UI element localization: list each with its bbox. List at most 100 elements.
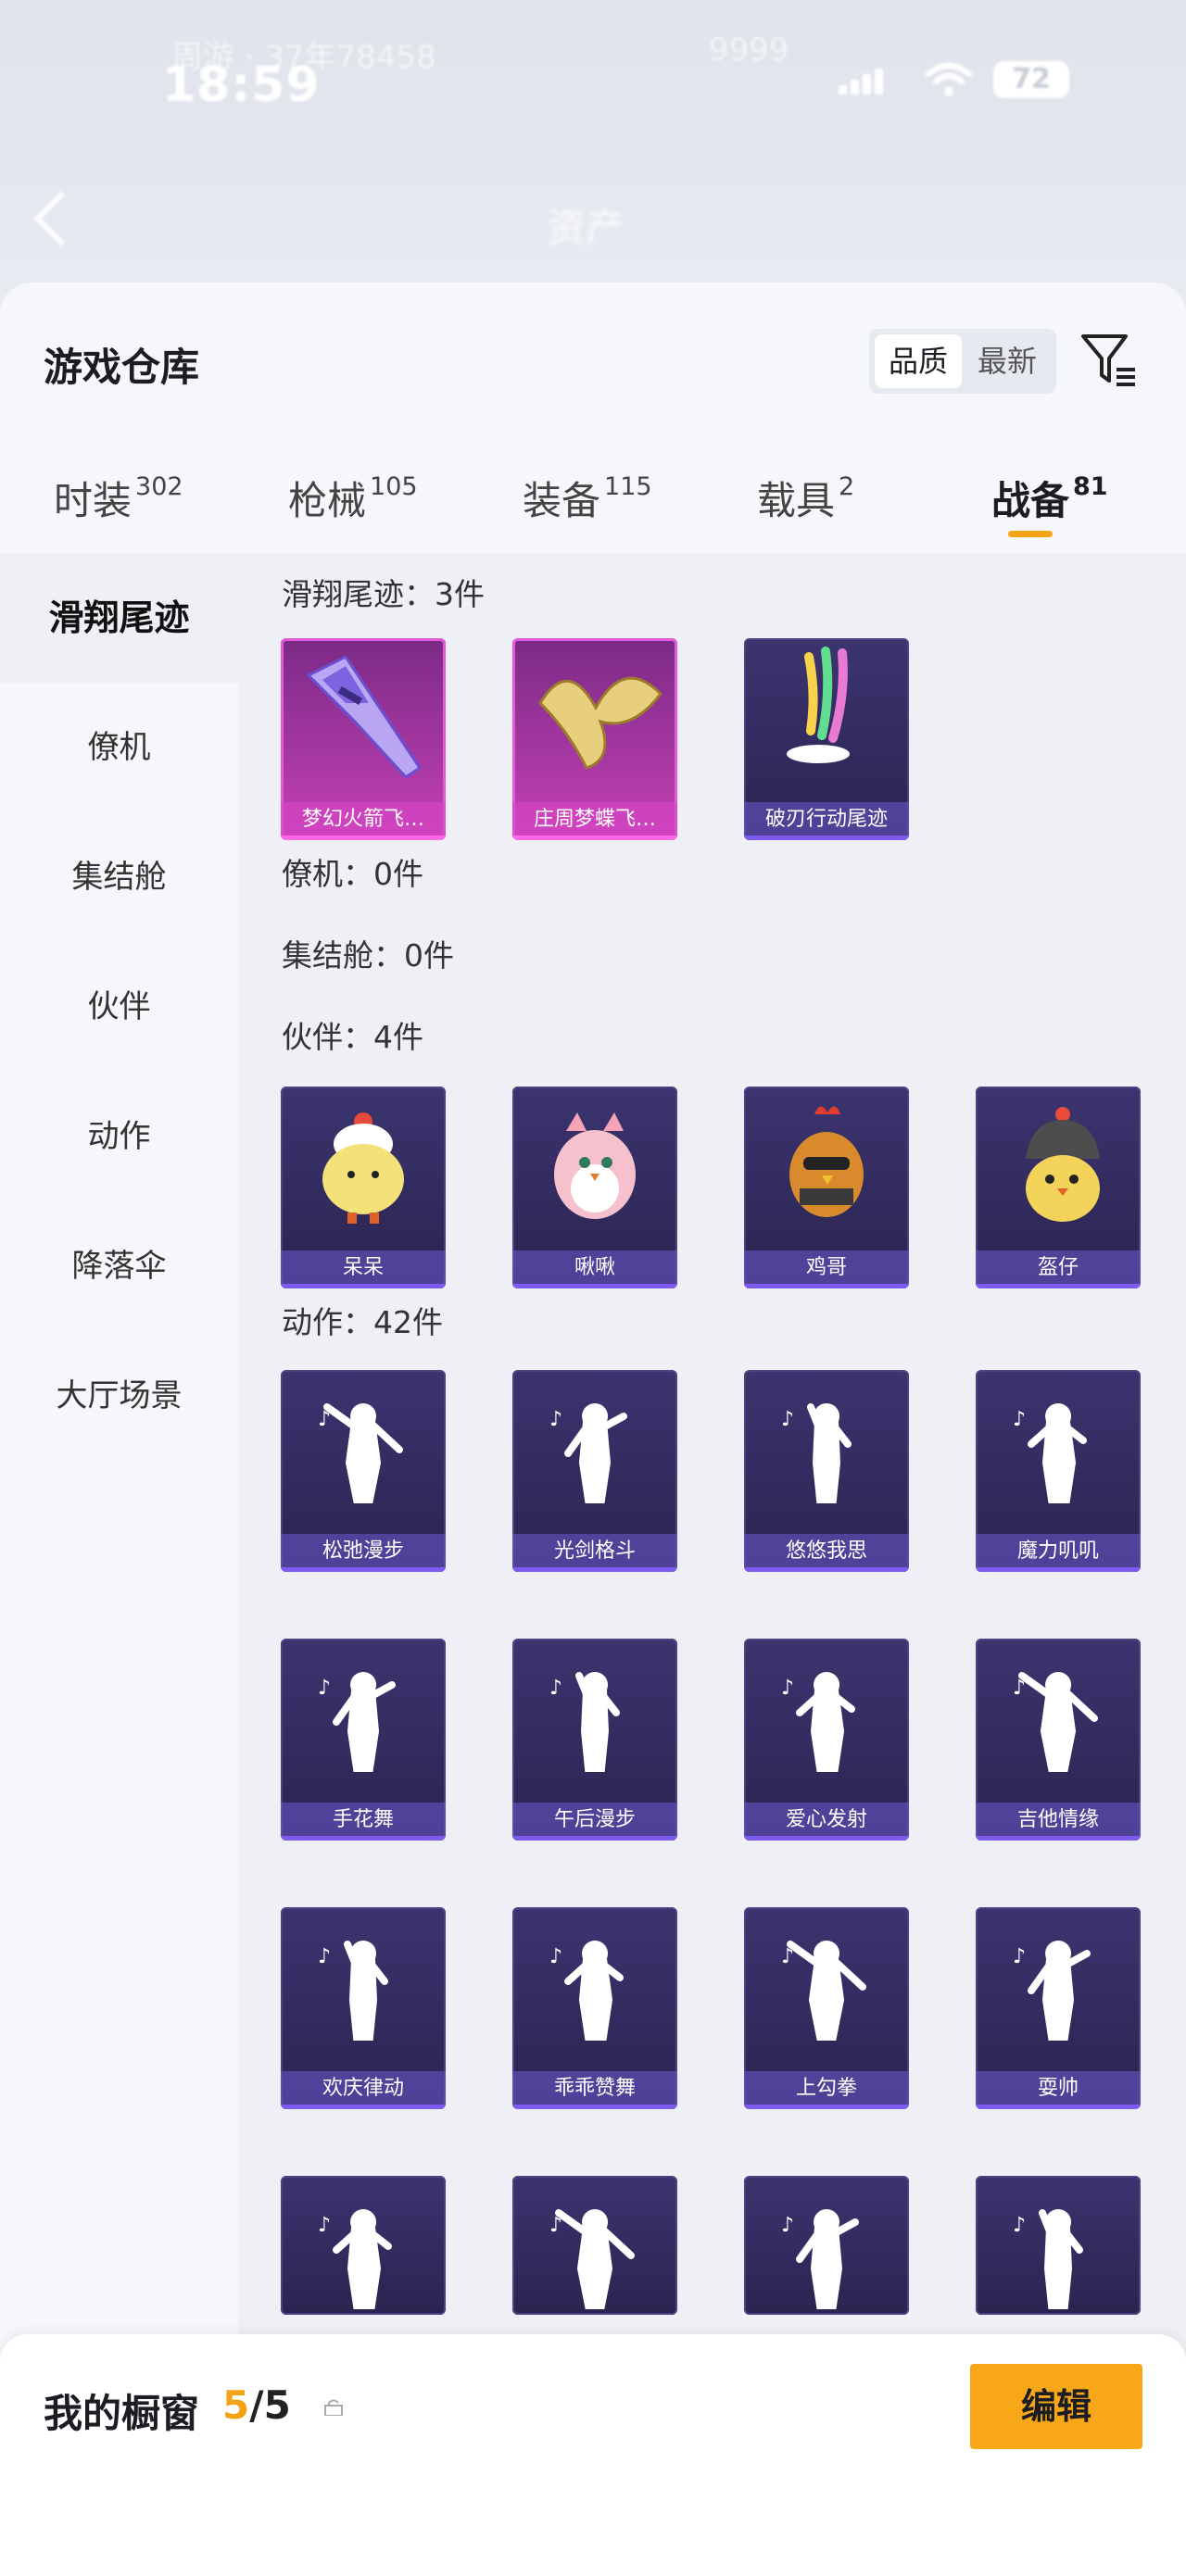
tab-count: 81	[1073, 472, 1108, 501]
item-card[interactable]: ♪ 午后漫步	[512, 1639, 677, 1841]
item-card[interactable]: 呆呆	[281, 1087, 446, 1288]
item-label: 爱心发射	[744, 1803, 909, 1841]
tab-label: 时装	[54, 478, 132, 523]
music-note-icon: ♪	[549, 2214, 562, 2237]
music-note-icon: ♪	[318, 1945, 331, 1968]
sidebar-item-wingman[interactable]: 僚机	[0, 683, 238, 812]
dance-pose-icon: ♪	[781, 1672, 855, 1772]
lock-icon	[324, 2399, 343, 2416]
item-card[interactable]: ♪ 光剑格斗	[512, 1370, 677, 1572]
helmet-chick-icon	[1026, 1107, 1100, 1222]
tab-vehicles[interactable]: 载具 2	[757, 470, 854, 526]
dance-pose-icon: ♪	[781, 1403, 852, 1503]
sidebar: 滑翔尾迹 僚机 集结舱 伙伴 动作 降落伞 大厅场景	[0, 553, 238, 2576]
item-label: 悠悠我思	[744, 1534, 909, 1572]
item-card[interactable]: ♪ 魔力叽叽	[976, 1370, 1141, 1572]
music-note-icon: ♪	[1013, 2214, 1026, 2237]
item-card[interactable]: 梦幻火箭飞…	[281, 638, 446, 840]
tab-fashion[interactable]: 时装 302	[54, 470, 183, 526]
item-card[interactable]: ♪ 乖乖赞舞	[512, 1907, 677, 2109]
tab-label: 战备	[991, 478, 1070, 523]
music-note-icon: ♪	[318, 1408, 331, 1431]
music-note-icon: ♪	[781, 1408, 794, 1431]
sidebar-item-parachute[interactable]: 降落伞	[0, 1201, 238, 1331]
item-card[interactable]: ♪ 上勾拳	[744, 1907, 909, 2109]
item-label: 上勾拳	[744, 2071, 909, 2109]
sidebar-item-capsule[interactable]: 集结舱	[0, 812, 238, 942]
item-label: 午后漫步	[512, 1803, 677, 1841]
item-card[interactable]: ♪	[976, 2176, 1141, 2315]
dance-pose-icon: ♪	[549, 1403, 627, 1503]
item-label: 耍帅	[976, 2071, 1141, 2109]
tab-label: 装备	[523, 478, 601, 523]
active-tab-indicator	[1008, 531, 1053, 537]
tab-label: 载具	[757, 478, 836, 523]
item-card[interactable]: 鸡哥	[744, 1087, 909, 1288]
rainbow-trail-icon	[787, 647, 850, 763]
item-label: 欢庆律动	[281, 2071, 446, 2109]
item-label: 鸡哥	[744, 1250, 909, 1288]
music-note-icon: ♪	[1013, 1677, 1026, 1700]
sort-quality-button[interactable]: 品质	[875, 334, 962, 388]
item-label: 吉他情缘	[976, 1803, 1141, 1841]
sidebar-item-lobby-scene[interactable]: 大厅场景	[0, 1331, 238, 1461]
dance-pose-icon: ♪	[318, 1941, 388, 2041]
item-label: 松弛漫步	[281, 1534, 446, 1572]
item-label: 手花舞	[281, 1803, 446, 1841]
sort-latest-button[interactable]: 最新	[964, 334, 1051, 388]
item-card[interactable]: ♪ 耍帅	[976, 1907, 1141, 2109]
dance-pose-icon: ♪	[549, 1941, 624, 2041]
dance-pose-icon: ♪	[1013, 2209, 1083, 2309]
item-card[interactable]: 庄周梦蝶飞…	[512, 638, 677, 840]
dance-pose-icon: ♪	[1013, 1941, 1091, 2041]
dance-pose-icon: ♪	[1013, 1403, 1087, 1503]
music-note-icon: ♪	[781, 1677, 794, 1700]
item-card[interactable]: ♪ 吉他情缘	[976, 1639, 1141, 1841]
tab-guns[interactable]: 枪械 105	[288, 470, 418, 526]
background-page: 周游 · 37年78458 9999 18:59 72 资产	[0, 0, 1186, 306]
item-card[interactable]: 破刃行动尾迹	[744, 638, 909, 840]
music-note-icon: ♪	[1013, 1408, 1026, 1431]
item-card[interactable]: 啾啾	[512, 1087, 677, 1288]
tab-count: 302	[135, 472, 183, 501]
music-note-icon: ♪	[781, 1945, 794, 1968]
filter-icon[interactable]	[1079, 331, 1139, 390]
tab-count: 105	[370, 472, 418, 501]
item-card[interactable]: ♪	[744, 2176, 909, 2315]
tab-equipment[interactable]: 装备 115	[523, 470, 652, 526]
item-label: 梦幻火箭飞…	[281, 802, 446, 840]
dance-pose-icon: ♪	[549, 2209, 635, 2309]
item-card[interactable]: ♪ 手花舞	[281, 1639, 446, 1841]
category-tabs: 时装 302 枪械 105 装备 115 载具 2 战备 81	[0, 459, 1186, 551]
back-icon[interactable]	[33, 191, 89, 246]
music-note-icon: ♪	[1013, 1945, 1026, 1968]
game-warehouse-sheet: 游戏仓库 品质 最新 时装 302 枪械 105 装备 115 载具 2 战备 81 滑翔…	[0, 283, 1186, 2576]
edit-button[interactable]: 编辑	[970, 2364, 1142, 2449]
item-label: 魔力叽叽	[976, 1534, 1141, 1572]
tab-combat-gear[interactable]: 战备 81	[991, 470, 1108, 526]
sidebar-item-partner[interactable]: 伙伴	[0, 942, 238, 1072]
item-card[interactable]: 盔仔	[976, 1087, 1141, 1288]
rooster-icon	[789, 1106, 864, 1217]
rocket-wing-icon	[306, 655, 423, 779]
sidebar-item-action[interactable]: 动作	[0, 1072, 238, 1201]
item-label: 破刃行动尾迹	[744, 802, 909, 840]
item-card[interactable]: ♪ 松弛漫步	[281, 1370, 446, 1572]
item-label: 盔仔	[976, 1250, 1141, 1288]
item-label: 光剑格斗	[512, 1534, 677, 1572]
item-card[interactable]: ♪	[512, 2176, 677, 2315]
status-ghost-right: 9999	[709, 31, 789, 69]
music-note-icon: ♪	[318, 2214, 331, 2237]
sidebar-item-glide-trail[interactable]: 滑翔尾迹	[0, 553, 238, 683]
item-card[interactable]: ♪ 欢庆律动	[281, 1907, 446, 2109]
section-title-action: 动作：42件	[282, 1304, 443, 1340]
background-title: 资产	[547, 205, 625, 250]
dance-pose-icon: ♪	[781, 1941, 866, 2041]
item-card[interactable]: ♪	[281, 2176, 446, 2315]
item-card[interactable]: ♪ 悠悠我思	[744, 1370, 909, 1572]
item-card[interactable]: ♪ 爱心发射	[744, 1639, 909, 1841]
status-bar: 周游 · 37年78458 9999 18:59 72	[0, 31, 1186, 113]
battery-indicator: 72	[993, 61, 1069, 98]
dance-pose-icon: ♪	[549, 1672, 620, 1772]
content-area: 滑翔尾迹：3件 梦幻火箭飞… 庄周梦蝶飞… 破刃行动尾迹 僚机：0件 集结舱：0…	[238, 553, 1186, 2576]
